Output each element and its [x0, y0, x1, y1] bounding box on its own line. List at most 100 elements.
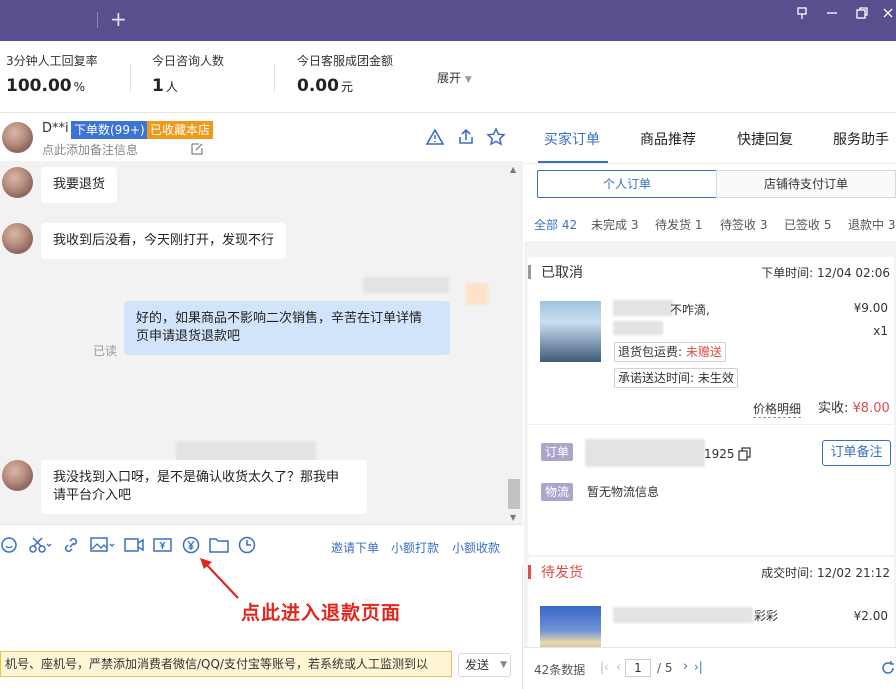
last-page-icon[interactable]: ›|: [694, 660, 703, 674]
product-title: 彩彩: [754, 609, 779, 623]
product-spec-redacted: [613, 321, 663, 335]
return-fee-label: 退货包运费:: [618, 345, 686, 359]
message-line: 请平台介入吧: [53, 488, 132, 503]
message-bubble: 我收到后没看，今天刚打开，发现不行: [41, 223, 287, 259]
emoji-icon[interactable]: [0, 536, 20, 554]
new-tab-button[interactable]: +: [110, 6, 127, 32]
stat-label: 3分钟人工回复率: [6, 54, 98, 68]
filter-to-sign[interactable]: 待签收 3: [720, 216, 767, 233]
tab-quick-reply[interactable]: 快捷回复: [737, 129, 793, 149]
small-payment-link[interactable]: 小额打款: [391, 539, 439, 556]
order-time: 下单时间: 12/04 02:06: [761, 266, 890, 280]
filter-signed[interactable]: 已签收 5: [784, 216, 831, 233]
filter-refunding[interactable]: 退款中 30: [848, 216, 896, 233]
promise-time-tag: 承诺送达时间: 未生效: [614, 368, 738, 388]
chat-toolbar: 邀请下单 小额打款 小额收款: [0, 524, 523, 566]
order-remark-button[interactable]: 订单备注: [822, 440, 891, 466]
customer-avatar[interactable]: [2, 122, 33, 153]
stats-bar: 3分钟人工回复率 100.00% 今日咨询人数 1人 今日客服成团金额 0.00…: [0, 41, 896, 113]
tab-service-assistant[interactable]: 服务助手: [833, 129, 889, 149]
chevron-down-icon[interactable]: ▼: [500, 654, 507, 676]
link-icon[interactable]: [62, 536, 82, 554]
expand-label: 展开: [437, 71, 462, 85]
status-stripe: [528, 265, 531, 279]
first-page-icon[interactable]: |‹: [600, 660, 609, 674]
tab-buyer-orders[interactable]: 买家订单: [544, 129, 600, 149]
scroll-up-icon[interactable]: ▲: [510, 165, 516, 174]
stat-unit: %: [73, 80, 86, 94]
message-list[interactable]: 我要退货 我收到后没看，今天刚打开，发现不行 好的，如果商品不影响二次销售，辛苦…: [0, 161, 523, 524]
minimize-icon[interactable]: [820, 6, 844, 26]
restore-icon[interactable]: [850, 6, 874, 26]
chevron-down-icon: ▼: [464, 75, 472, 85]
chat-header: D**i 下单数(99+) 已收藏本店 点此添加备注信息: [0, 113, 523, 161]
order-card: 待发货 成交时间: 12/02 21:12 彩彩 ¥2.00: [528, 557, 894, 647]
stat-consult-count: 今日咨询人数 1人: [152, 53, 224, 98]
edit-icon[interactable]: [191, 142, 204, 155]
scrollbar-thumb[interactable]: [508, 479, 520, 509]
order-time: 成交时间: 12/02 21:12: [761, 566, 890, 580]
small-collect-link[interactable]: 小额收款: [452, 539, 500, 556]
filter-unfinished[interactable]: 未完成 3: [591, 216, 638, 233]
video-icon[interactable]: [124, 536, 144, 554]
refresh-icon[interactable]: [880, 660, 896, 676]
total-count: 42条数据: [534, 663, 586, 677]
page-total: / 5: [657, 661, 673, 675]
message-input[interactable]: 机号、座机号，严禁添加消费者微信/QQ/支付宝等账号，若系统或人工监测到以: [0, 651, 452, 677]
paid-label: 实收:: [818, 401, 853, 416]
remark-input[interactable]: 点此添加备注信息: [42, 141, 138, 158]
filter-to-ship[interactable]: 待发货 1: [655, 216, 702, 233]
segment-shop-unpaid-orders[interactable]: 店铺待支付订单: [716, 170, 896, 198]
pin-icon[interactable]: [790, 6, 814, 26]
return-fee-tag: 退货包运费: 未赠送: [614, 342, 726, 362]
chat-panel: D**i 下单数(99+) 已收藏本店 点此添加备注信息 我要退货 我收到后没看…: [0, 113, 523, 689]
stat-value: 100.00: [6, 76, 72, 96]
prev-page-icon[interactable]: ‹: [616, 660, 621, 675]
star-icon[interactable]: [486, 127, 506, 147]
scissors-icon[interactable]: [28, 536, 54, 554]
stat-label: 今日客服成团金额: [297, 54, 394, 68]
image-icon[interactable]: [90, 536, 116, 554]
stat-unit: 元: [340, 80, 353, 94]
return-fee-value: 未赠送: [685, 345, 722, 359]
customer-avatar: [2, 223, 33, 254]
tab-separator: [97, 12, 98, 28]
order-list[interactable]: 已取消 下单时间: 12/04 02:06 不咋滴, ¥9.00 x1 退货包运…: [524, 241, 896, 647]
read-status: 已读: [93, 344, 118, 358]
filter-all[interactable]: 全部 42: [534, 216, 577, 233]
order-number: 1925: [704, 447, 735, 461]
send-label: 发送: [465, 658, 490, 672]
expand-button[interactable]: 展开 ▼: [437, 69, 472, 86]
stat-reply-rate: 3分钟人工回复率 100.00%: [6, 53, 98, 98]
logistics-text: 暂无物流信息: [587, 485, 660, 499]
stat-divider: [274, 63, 275, 93]
segment-personal-orders[interactable]: 个人订单: [537, 170, 717, 198]
product-title-redacted: [613, 300, 673, 316]
stat-value: 1: [152, 76, 164, 96]
product-price: ¥9.00: [853, 301, 888, 315]
product-thumbnail[interactable]: [540, 301, 601, 362]
invite-order-link[interactable]: 邀请下单: [331, 539, 379, 556]
message-bubble-agent: 好的，如果商品不影响二次销售，辛苦在订单详情 页申请退货退款吧: [124, 301, 450, 355]
message-line: 好的，如果商品不影响二次销售，辛苦在订单详情: [136, 311, 423, 326]
page-input[interactable]: 1: [625, 659, 651, 677]
scroll-down-icon[interactable]: ▼: [510, 513, 516, 522]
stat-label: 今日咨询人数: [152, 54, 225, 68]
price-detail-link[interactable]: 价格明细: [753, 400, 802, 418]
order-status: 已取消: [541, 265, 583, 281]
tab-product-recommend[interactable]: 商品推荐: [640, 129, 696, 149]
order-no-redacted: [585, 439, 705, 467]
status-stripe: [528, 565, 531, 579]
copy-icon[interactable]: [738, 447, 752, 461]
order-status: 待发货: [541, 565, 583, 581]
stat-unit: 人: [165, 80, 178, 94]
send-button[interactable]: 发送 ▼: [458, 653, 511, 677]
warning-icon[interactable]: [425, 127, 445, 147]
share-icon[interactable]: [456, 127, 476, 147]
next-page-icon[interactable]: ›: [683, 659, 688, 674]
close-icon[interactable]: [876, 6, 896, 26]
coupon-icon[interactable]: [153, 536, 173, 554]
stat-divider: [130, 63, 131, 93]
order-label: 订单: [541, 443, 574, 461]
product-thumbnail[interactable]: [540, 606, 601, 647]
